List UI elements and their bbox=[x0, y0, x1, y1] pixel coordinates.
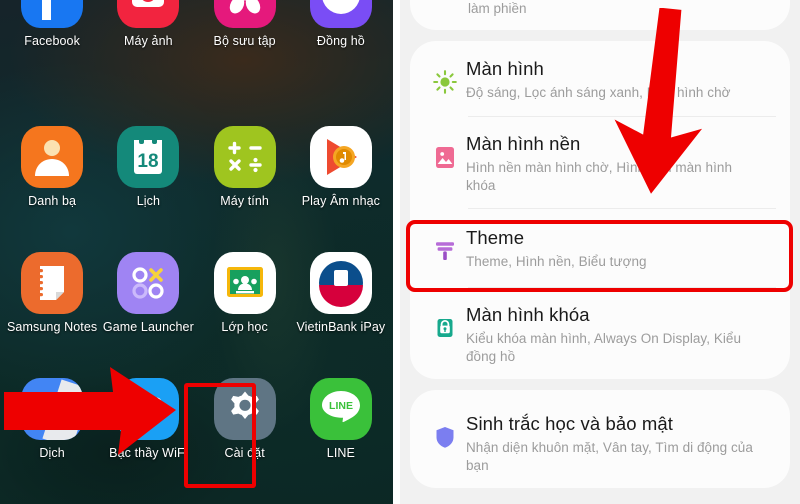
play-music-icon[interactable] bbox=[309, 126, 372, 188]
camera-icon[interactable] bbox=[117, 0, 180, 28]
gallery-icon[interactable] bbox=[213, 0, 276, 28]
google-classroom-icon[interactable] bbox=[213, 252, 276, 314]
red-highlight-theme-row bbox=[406, 220, 793, 292]
app-label: Facebook bbox=[24, 34, 80, 48]
row-title: Màn hình bbox=[466, 58, 544, 79]
calendar-icon[interactable]: 18 bbox=[117, 126, 180, 188]
calculator-icon[interactable] bbox=[213, 126, 276, 188]
settings-row-man-hinh-khoa[interactable]: Màn hình khóa Kiểu khóa màn hình, Always… bbox=[410, 287, 790, 379]
app-label: Bộ sưu tập bbox=[213, 34, 276, 48]
settings-row-man-hinh[interactable]: Màn hình Độ sáng, Lọc ánh sáng xanh, Màn… bbox=[410, 41, 790, 116]
row-subtitle: Nhận diện khuôn mặt, Vân tay, Tìm di độn… bbox=[466, 440, 753, 473]
app-label: LINE bbox=[326, 446, 355, 460]
app-label: Danh bạ bbox=[28, 194, 77, 208]
app-label: Lớp học bbox=[221, 320, 268, 334]
row-title: Màn hình nền bbox=[466, 133, 581, 154]
wifi-master-icon[interactable] bbox=[117, 378, 180, 440]
android-home-screen: Facebook Máy ảnh Bộ sưu tập Đồng hồ Danh… bbox=[0, 0, 393, 504]
app-label: VietinBank iPay bbox=[296, 320, 386, 334]
settings-card-display: Màn hình Độ sáng, Lọc ánh sáng xanh, Màn… bbox=[410, 41, 790, 379]
app-game-launcher[interactable]: Game Launcher bbox=[100, 252, 196, 378]
app-facebook[interactable]: Facebook bbox=[4, 0, 100, 126]
settings-row-man-hinh-nen[interactable]: Màn hình nền Hình nền màn hình chờ, Hình… bbox=[410, 116, 790, 208]
contacts-icon[interactable] bbox=[21, 126, 84, 188]
shield-icon bbox=[424, 416, 466, 458]
facebook-icon[interactable] bbox=[21, 0, 84, 28]
svg-text:18: 18 bbox=[138, 151, 159, 172]
settings-card-partial: làm phiền bbox=[410, 0, 790, 30]
app-label: Game Launcher bbox=[102, 320, 194, 334]
samsung-settings-list: làm phiền Màn hình Độ sáng, Lọc ánh sáng bbox=[400, 0, 800, 504]
settings-card-security: Sinh trắc học và bảo mật Nhận diện khuôn… bbox=[410, 390, 790, 488]
app-gallery[interactable]: Bộ sưu tập bbox=[197, 0, 293, 126]
game-launcher-icon[interactable] bbox=[117, 252, 180, 314]
partial-row-subtitle: làm phiền bbox=[468, 1, 527, 16]
vietinbank-icon[interactable] bbox=[309, 252, 372, 314]
line-icon[interactable]: LINE bbox=[309, 378, 372, 440]
app-contacts[interactable]: Danh bạ bbox=[4, 126, 100, 252]
app-calculator[interactable]: Máy tính bbox=[197, 126, 293, 252]
app-line[interactable]: LINE LINE bbox=[293, 378, 389, 504]
tutorial-screenshot: Facebook Máy ảnh Bộ sưu tập Đồng hồ Danh… bbox=[0, 0, 800, 504]
app-play-music[interactable]: Play Âm nhạc bbox=[293, 126, 389, 252]
app-label: Máy ảnh bbox=[124, 34, 173, 48]
app-label: Đồng hồ bbox=[316, 34, 365, 48]
app-label: Dịch bbox=[39, 446, 65, 460]
brightness-sun-icon bbox=[424, 61, 466, 103]
clock-icon[interactable] bbox=[309, 0, 372, 28]
row-title: Sinh trắc học và bảo mật bbox=[466, 413, 674, 434]
app-samsung-notes[interactable]: Samsung Notes bbox=[4, 252, 100, 378]
translate-icon[interactable] bbox=[21, 378, 84, 440]
app-wifi-master[interactable]: Bậc thầy WiFi bbox=[100, 378, 196, 504]
samsung-notes-icon[interactable] bbox=[21, 252, 84, 314]
red-highlight-settings-app bbox=[184, 383, 256, 488]
line-wordmark: LINE bbox=[329, 400, 353, 412]
app-label: Lịch bbox=[136, 194, 161, 208]
app-label: Bậc thầy WiFi bbox=[109, 446, 188, 460]
app-clock[interactable]: Đồng hồ bbox=[293, 0, 389, 126]
row-subtitle: Kiểu khóa màn hình, Always On Display, K… bbox=[466, 331, 742, 364]
app-label: Play Âm nhạc bbox=[301, 194, 381, 208]
app-translate[interactable]: Dịch bbox=[4, 378, 100, 504]
settings-row-sinh-trac-hoc[interactable]: Sinh trắc học và bảo mật Nhận diện khuôn… bbox=[410, 396, 790, 488]
wallpaper-image-icon bbox=[424, 136, 466, 178]
row-subtitle: Độ sáng, Lọc ánh sáng xanh, Màn hình chờ bbox=[466, 85, 731, 100]
app-camera[interactable]: Máy ảnh bbox=[100, 0, 196, 126]
row-subtitle: Hình nền màn hình chờ, Hình nền màn hình… bbox=[466, 160, 733, 193]
app-calendar[interactable]: 18 Lịch bbox=[100, 126, 196, 252]
app-label: Samsung Notes bbox=[7, 320, 98, 334]
app-vietinbank[interactable]: VietinBank iPay bbox=[293, 252, 389, 378]
app-label: Máy tính bbox=[220, 194, 269, 208]
lock-icon bbox=[424, 307, 466, 349]
app-google-classroom[interactable]: Lớp học bbox=[197, 252, 293, 378]
row-title: Màn hình khóa bbox=[466, 304, 590, 325]
